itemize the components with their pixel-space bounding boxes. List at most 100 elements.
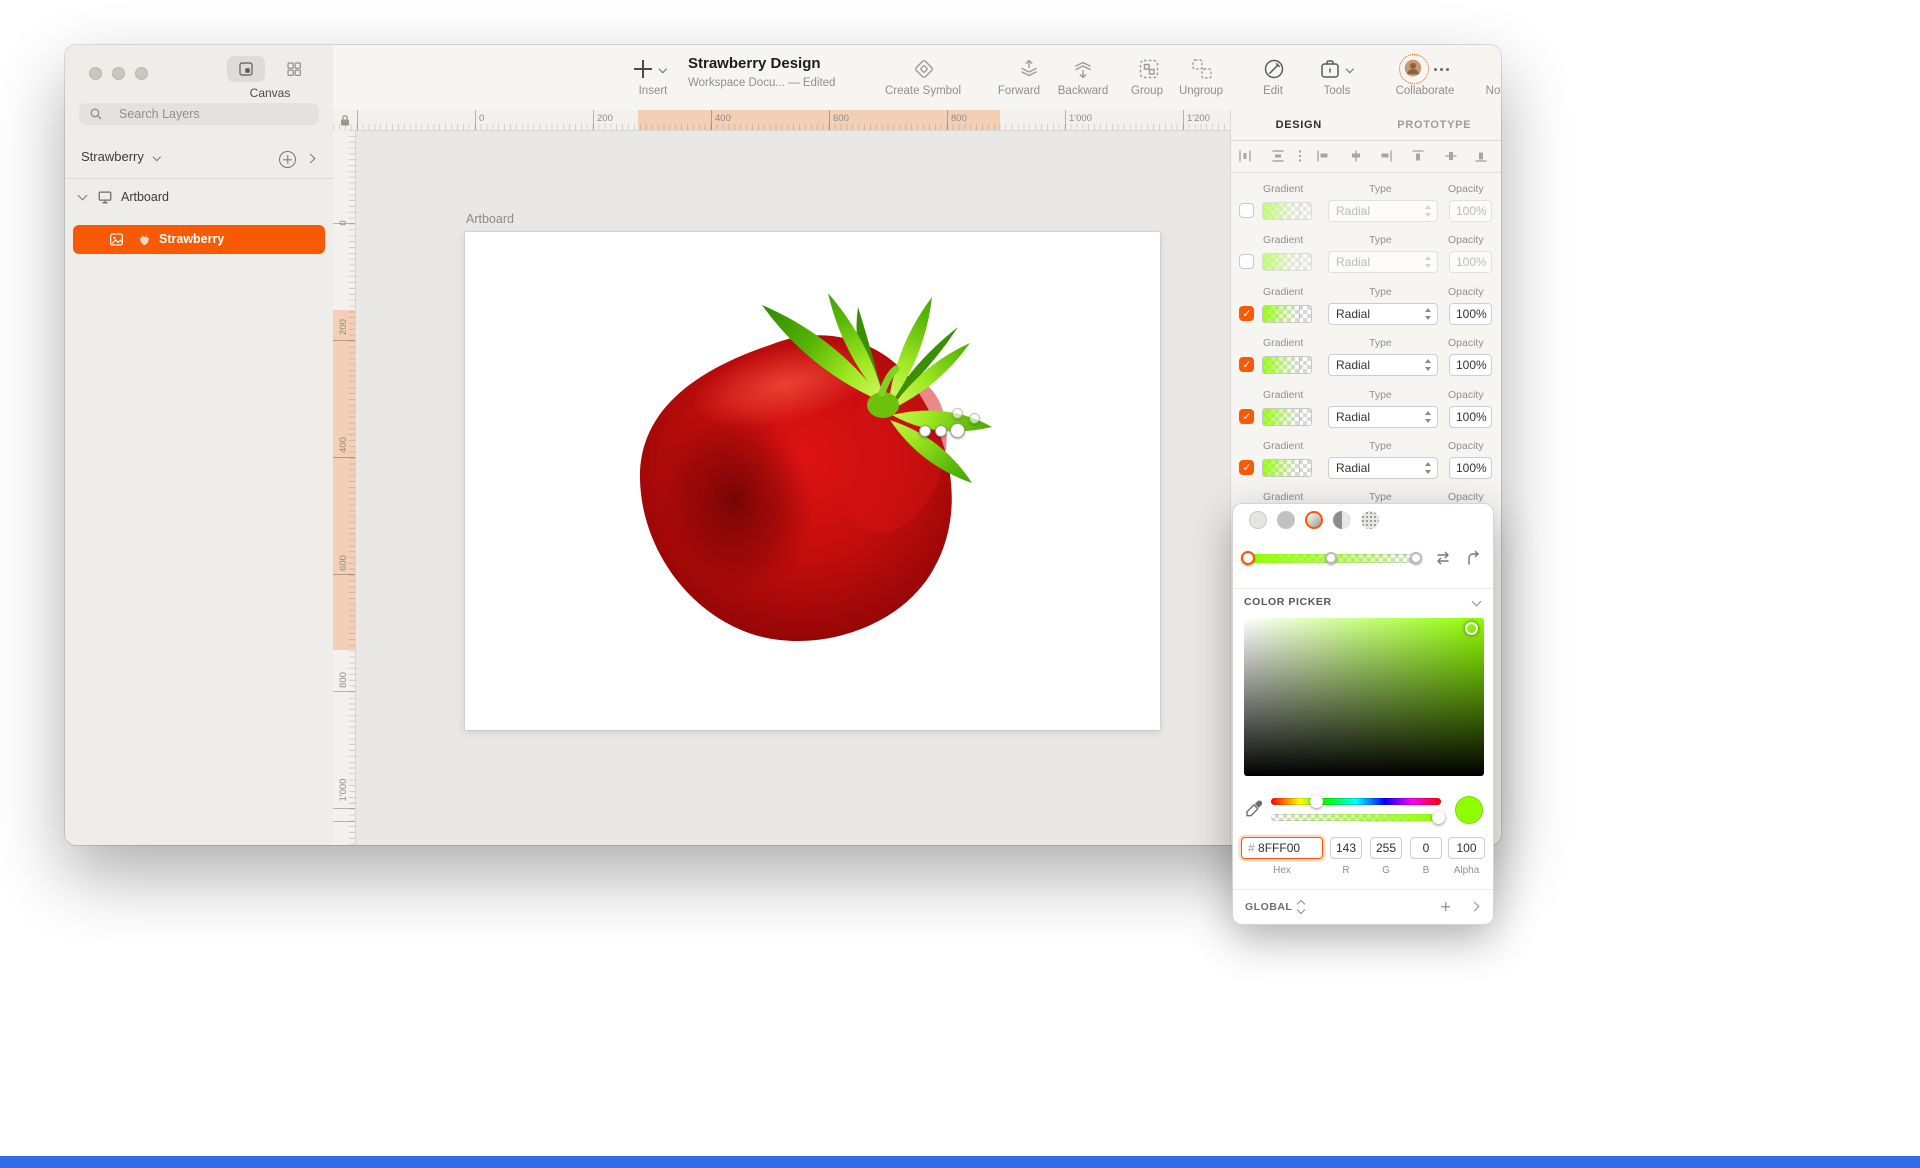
- gradient-swatch[interactable]: [1262, 459, 1312, 477]
- fill-type-solid-icon[interactable]: [1277, 511, 1295, 529]
- gradient-stop-handle[interactable]: [919, 425, 931, 437]
- gradient-stop-handle[interactable]: [950, 423, 965, 438]
- rotate-gradient-icon[interactable]: [1465, 550, 1481, 571]
- sidebar-item-strawberry-layer[interactable]: Strawberry: [73, 225, 325, 254]
- alpha-input[interactable]: 100: [1448, 837, 1485, 859]
- fill-opacity-field[interactable]: 100%: [1449, 200, 1492, 222]
- tools-icon[interactable]: [1318, 57, 1342, 81]
- gradient-swatch[interactable]: [1262, 202, 1312, 220]
- add-page-button[interactable]: [279, 151, 296, 168]
- artboard-title[interactable]: Artboard: [466, 212, 514, 226]
- gradient-stop-handle[interactable]: [952, 408, 963, 419]
- gradient-swatch[interactable]: [1262, 356, 1312, 374]
- hex-input[interactable]: # 8FFF00: [1241, 837, 1323, 859]
- move-backward-icon[interactable]: [1071, 57, 1095, 81]
- fill-type-select[interactable]: Radial: [1328, 406, 1438, 428]
- gradient-swatch[interactable]: [1262, 253, 1312, 271]
- gradient-stop-handle[interactable]: [935, 425, 947, 437]
- reverse-gradient-icon[interactable]: [1435, 550, 1451, 571]
- gradient-stop[interactable]: [1325, 552, 1337, 564]
- fill-opacity-field[interactable]: 100%: [1449, 457, 1492, 479]
- col-header-gradient: Gradient: [1263, 491, 1303, 503]
- fill-type-flat-icon[interactable]: [1249, 511, 1267, 529]
- fill-type-select[interactable]: Radial: [1328, 251, 1438, 273]
- sidebar-item-artboard[interactable]: Artboard: [65, 183, 333, 211]
- align-top-icon[interactable]: [1410, 148, 1426, 164]
- fill-enabled-checkbox[interactable]: [1239, 460, 1254, 475]
- saturation-brightness-field[interactable]: [1244, 618, 1484, 776]
- fill-opacity-field[interactable]: 100%: [1449, 406, 1492, 428]
- canvas-view-toggle[interactable]: [227, 56, 265, 82]
- blue-input[interactable]: 0: [1410, 837, 1442, 859]
- global-presets-label[interactable]: GLOBAL: [1245, 901, 1292, 913]
- expand-pages-icon[interactable]: [306, 154, 316, 164]
- disclosure-chevron-icon: [78, 191, 88, 201]
- edit-icon[interactable]: [1262, 57, 1286, 81]
- gradient-stop-handle[interactable]: [969, 413, 980, 424]
- collaborate-menu-icon[interactable]: [1434, 68, 1437, 71]
- align-right-icon[interactable]: [1378, 148, 1394, 164]
- strawberry-artwork[interactable]: [620, 285, 1020, 655]
- align-left-icon[interactable]: [1315, 148, 1331, 164]
- fill-type-select[interactable]: Radial: [1328, 303, 1438, 325]
- distribute-vertically-icon[interactable]: [1270, 148, 1286, 164]
- fill-type-gradient-icon[interactable]: [1305, 511, 1323, 529]
- insert-chevron-icon[interactable]: [659, 65, 667, 73]
- fill-opacity-field[interactable]: 100%: [1449, 251, 1492, 273]
- window-minimize-button[interactable]: [112, 67, 125, 80]
- collaborate-avatar-ring[interactable]: [1399, 54, 1429, 84]
- tools-chevron-icon[interactable]: [1346, 65, 1354, 73]
- gradient-stop[interactable]: [1410, 552, 1422, 564]
- ungroup-icon[interactable]: [1190, 57, 1214, 81]
- components-view-toggle[interactable]: [275, 56, 313, 82]
- align-bottom-icon[interactable]: [1473, 148, 1489, 164]
- alpha-slider[interactable]: [1271, 814, 1441, 821]
- add-global-color-button[interactable]: [1438, 899, 1453, 914]
- fill-enabled-checkbox[interactable]: [1239, 409, 1254, 424]
- page-selector[interactable]: Strawberry: [81, 149, 160, 164]
- align-center-horizontal-icon[interactable]: [1348, 148, 1364, 164]
- window-close-button[interactable]: [89, 67, 102, 80]
- ruler-selection-highlight-v: [333, 310, 355, 650]
- distribute-horizontally-icon[interactable]: [1237, 148, 1253, 164]
- global-sort-icon[interactable]: [1297, 901, 1306, 913]
- gradient-swatch[interactable]: [1262, 408, 1312, 426]
- fill-enabled-checkbox[interactable]: [1239, 254, 1254, 269]
- fill-type-select[interactable]: Radial: [1328, 354, 1438, 376]
- fill-enabled-checkbox[interactable]: [1239, 203, 1254, 218]
- tab-design[interactable]: DESIGN: [1231, 110, 1367, 140]
- fill-type-select[interactable]: Radial: [1328, 457, 1438, 479]
- eyedropper-icon[interactable]: [1244, 799, 1264, 824]
- col-header-opacity: Opacity: [1448, 183, 1484, 195]
- hue-slider[interactable]: [1271, 798, 1441, 805]
- canvas-area[interactable]: 0 200 400 600 800 1'000 1'200 0 200 400 …: [333, 110, 1230, 845]
- tab-prototype[interactable]: PROTOTYPE: [1367, 110, 1502, 140]
- expand-global-icon[interactable]: [1470, 902, 1480, 912]
- green-input[interactable]: 255: [1370, 837, 1402, 859]
- align-middle-vertical-icon[interactable]: [1443, 148, 1459, 164]
- page-selector-label: Strawberry: [81, 149, 144, 164]
- create-symbol-icon[interactable]: [912, 57, 936, 81]
- gradient-stop-selected[interactable]: [1241, 551, 1255, 565]
- hue-handle[interactable]: [1310, 795, 1323, 808]
- search-layers-input[interactable]: Search Layers: [79, 103, 319, 125]
- fill-type-noise-icon[interactable]: [1361, 511, 1379, 529]
- collapse-section-icon[interactable]: [1472, 597, 1482, 607]
- gradient-swatch[interactable]: [1262, 305, 1312, 323]
- window-zoom-button[interactable]: [135, 67, 148, 80]
- fill-type-select[interactable]: Radial: [1328, 200, 1438, 222]
- toolbar[interactable]: Insert Strawberry Design Workspace Docu.…: [333, 45, 1501, 111]
- fill-opacity-field[interactable]: 100%: [1449, 354, 1492, 376]
- fill-opacity-field[interactable]: 100%: [1449, 303, 1492, 325]
- tidy-icon[interactable]: [1292, 148, 1308, 164]
- move-forward-icon[interactable]: [1017, 57, 1041, 81]
- fill-enabled-checkbox[interactable]: [1239, 357, 1254, 372]
- group-icon[interactable]: [1137, 57, 1161, 81]
- insert-plus-icon[interactable]: [632, 58, 654, 80]
- fill-enabled-checkbox[interactable]: [1239, 306, 1254, 321]
- fill-type-pattern-icon[interactable]: [1333, 511, 1351, 529]
- document-subtitle: Workspace Docu... — Edited: [688, 77, 835, 89]
- red-input[interactable]: 143: [1330, 837, 1362, 859]
- alpha-handle[interactable]: [1432, 811, 1445, 824]
- saturation-cursor[interactable]: [1465, 622, 1478, 635]
